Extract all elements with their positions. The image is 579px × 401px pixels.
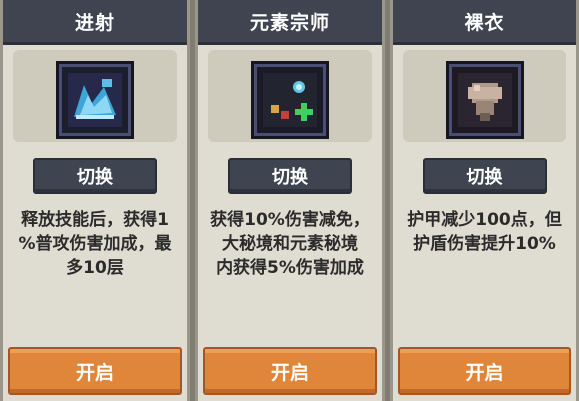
card-description: 获得10%伤害减免， 大秘境和元素秘境 内获得5%伤害加成 [210, 210, 370, 278]
icon-panel [403, 50, 566, 142]
elemental-master-icon [254, 64, 326, 136]
talent-card-1: 进射 切换 释放技能后，获得1 %普攻伤害加成，最 多10层 开启 [0, 0, 190, 401]
open-button[interactable]: 开启 [398, 347, 571, 395]
switch-button[interactable]: 切换 [422, 158, 547, 194]
card-title: 裸衣 [393, 0, 576, 45]
icon-panel [13, 50, 177, 142]
card-title: 进射 [3, 0, 187, 45]
talent-card-3: 裸衣 切换 护甲减少100点，但 护盾伤害提升10% 开启 [390, 0, 579, 401]
icon-panel [208, 50, 372, 142]
ranged-burst-icon [59, 64, 131, 136]
card-description: 护甲减少100点，但 护盾伤害提升10% [407, 210, 562, 254]
talent-card-2: 元素宗师 切换 获得10%伤害减免， 大秘境和元素秘境 内获得5%伤害加成 开启 [195, 0, 385, 401]
bare-armor-icon [448, 64, 521, 136]
switch-button[interactable]: 切换 [228, 158, 352, 194]
card-title: 元素宗师 [198, 0, 382, 45]
open-button[interactable]: 开启 [203, 347, 377, 395]
switch-button[interactable]: 切换 [33, 158, 157, 194]
open-button[interactable]: 开启 [8, 347, 182, 395]
card-description: 释放技能后，获得1 %普攻伤害加成，最 多10层 [18, 210, 172, 278]
